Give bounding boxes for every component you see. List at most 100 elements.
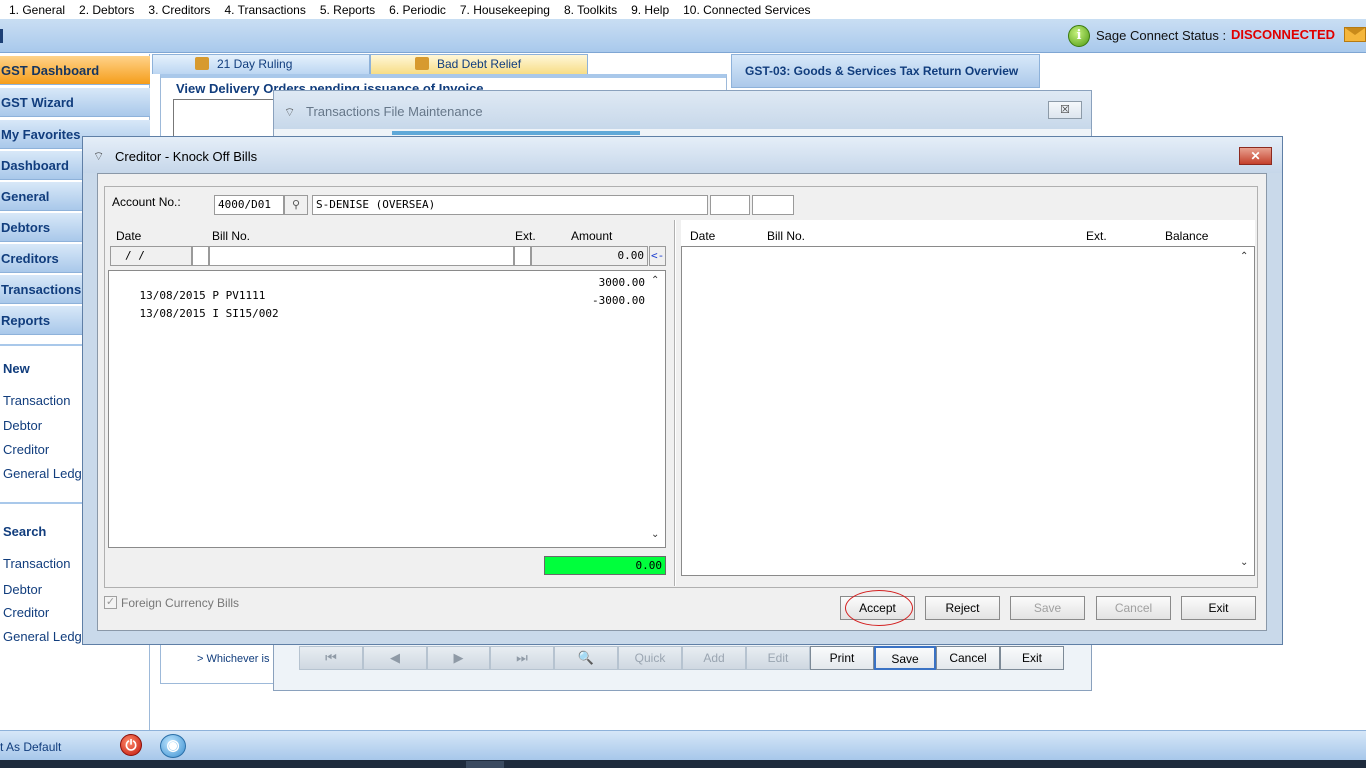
sidebar-new-general-ledger[interactable]: General Ledg bbox=[3, 466, 82, 481]
knock-off-title-bar: ⌔ Creditor - Knock Off Bills ✕ bbox=[83, 137, 1282, 173]
tfm-cancel-button[interactable]: Cancel bbox=[936, 646, 1000, 670]
tfm-close-button[interactable]: ☒ bbox=[1048, 101, 1082, 119]
bill-no: SI15/002 bbox=[225, 307, 279, 320]
scroll-up-icon[interactable]: ⌃ bbox=[651, 275, 659, 286]
main-menu-bar: 1. General 2. Debtors 3. Creditors 4. Tr… bbox=[0, 0, 1366, 19]
sidebar-search-creditor[interactable]: Creditor bbox=[3, 605, 49, 620]
bills-list-right[interactable]: ⌃ ⌄ bbox=[681, 246, 1255, 576]
sidebar-search-general-ledger[interactable]: General Ledg bbox=[3, 629, 82, 644]
list-item[interactable]: 13/08/2015 P PV1111 3000.00 bbox=[113, 276, 646, 302]
search-icon[interactable]: 🔍 bbox=[554, 646, 618, 670]
menu-help[interactable]: 9. Help bbox=[631, 3, 669, 17]
menu-transactions[interactable]: 4. Transactions bbox=[224, 3, 305, 17]
reject-button[interactable]: Reject bbox=[925, 596, 1000, 620]
account-lookup-icon[interactable]: ⚲ bbox=[284, 195, 308, 215]
info-icon[interactable]: i bbox=[1068, 25, 1090, 47]
ruling-icon bbox=[195, 57, 209, 70]
foreign-currency-checkbox[interactable]: ✓ bbox=[104, 596, 117, 609]
left-ext-header: Ext. bbox=[515, 229, 536, 243]
right-ext-header: Ext. bbox=[1086, 229, 1107, 243]
save-button[interactable]: Save bbox=[1010, 596, 1085, 620]
bills-list-left[interactable]: 13/08/2015 P PV1111 3000.00 13/08/2015 I … bbox=[108, 270, 666, 548]
right-bill-header: Bill No. bbox=[767, 229, 806, 243]
taskbar-strip bbox=[0, 760, 1366, 768]
set-as-default-link[interactable]: t As Default bbox=[0, 740, 61, 754]
next-record-button[interactable]: ▶ bbox=[427, 646, 490, 670]
mail-icon[interactable] bbox=[1344, 27, 1366, 42]
exit-button[interactable]: Exit bbox=[1181, 596, 1256, 620]
menu-creditors[interactable]: 3. Creditors bbox=[148, 3, 210, 17]
menu-housekeeping[interactable]: 7. Housekeeping bbox=[460, 3, 550, 17]
tfm-save-button[interactable]: Save bbox=[874, 646, 936, 670]
sidebar-divider bbox=[0, 344, 82, 346]
bill-ext-input[interactable] bbox=[514, 246, 531, 266]
menu-debtors[interactable]: 2. Debtors bbox=[79, 3, 134, 17]
account-extra-field-2 bbox=[752, 195, 794, 215]
menu-toolkits[interactable]: 8. Toolkits bbox=[564, 3, 617, 17]
prev-record-button[interactable]: ◀ bbox=[363, 646, 427, 670]
scroll-down-icon[interactable]: ⌄ bbox=[651, 529, 659, 540]
sidebar-search-debtor[interactable]: Debtor bbox=[3, 582, 42, 597]
menu-general[interactable]: 1. General bbox=[9, 3, 65, 17]
gst03-panel-header[interactable]: GST-03: Goods & Services Tax Return Over… bbox=[731, 54, 1040, 88]
accept-highlight-circle bbox=[845, 590, 913, 626]
account-name-field: S-DENISE (OVERSEA) bbox=[312, 195, 708, 215]
menu-connected-services[interactable]: 10. Connected Services bbox=[683, 3, 810, 17]
menu-reports[interactable]: 5. Reports bbox=[320, 3, 375, 17]
account-extra-field-1 bbox=[710, 195, 750, 215]
scroll-up-icon[interactable]: ⌃ bbox=[1240, 251, 1248, 262]
tab-bad-debt-relief[interactable]: Bad Debt Relief bbox=[370, 54, 588, 74]
sidebar-item-gst-dashboard[interactable]: GST Dashboard bbox=[0, 56, 150, 85]
last-record-button[interactable]: ⏭ bbox=[490, 646, 554, 670]
tfm-title: Transactions File Maintenance bbox=[306, 104, 483, 119]
bill-amount-input[interactable]: 0.00 bbox=[531, 246, 648, 266]
status-bar: i Sage Connect Status : DISCONNECTED bbox=[0, 19, 1366, 53]
sidebar-search-transaction[interactable]: Transaction bbox=[3, 556, 70, 571]
sidebar-divider bbox=[0, 502, 82, 504]
account-no-label: Account No.: bbox=[112, 195, 181, 209]
bill-type-input[interactable] bbox=[192, 246, 209, 266]
add-button[interactable]: Add bbox=[682, 646, 746, 670]
sidebar-new-heading: New bbox=[3, 361, 30, 376]
taskbar-indicator bbox=[466, 761, 504, 768]
panel-divider-highlight bbox=[675, 220, 676, 586]
sidebar-new-debtor[interactable]: Debtor bbox=[3, 418, 42, 433]
sidebar-item-gst-wizard[interactable]: GST Wizard bbox=[0, 88, 150, 117]
status-bar-marker bbox=[0, 29, 3, 43]
sidebar-search-heading: Search bbox=[3, 524, 47, 539]
rss-icon[interactable]: ◉ bbox=[160, 734, 186, 758]
move-left-button[interactable]: <- bbox=[649, 246, 666, 266]
window-icon: ⌔ bbox=[93, 149, 105, 163]
right-balance-header: Balance bbox=[1165, 229, 1209, 243]
tfm-toolbar: ⏮ ◀ ▶ ⏭ 🔍 Quick Add Edit Print Save Canc… bbox=[299, 646, 1064, 670]
delivery-orders-list bbox=[173, 99, 277, 139]
quick-button[interactable]: Quick bbox=[618, 646, 682, 670]
left-bill-header: Bill No. bbox=[212, 229, 251, 243]
tfm-title-bar: ⌔ Transactions File Maintenance ☒ bbox=[274, 91, 1091, 129]
bill-amount: -3000.00 bbox=[592, 294, 645, 307]
window-icon: ⌔ bbox=[284, 105, 296, 119]
account-no-field[interactable]: 4000/D01 bbox=[214, 195, 284, 215]
list-item[interactable]: 13/08/2015 I SI15/002 -3000.00 bbox=[113, 294, 646, 320]
sage-connect-label: Sage Connect Status : bbox=[1096, 28, 1227, 43]
right-date-header: Date bbox=[690, 229, 716, 243]
close-icon[interactable]: ✕ bbox=[1239, 147, 1272, 165]
scroll-down-icon[interactable]: ⌄ bbox=[1240, 557, 1248, 568]
sidebar-new-transaction[interactable]: Transaction bbox=[3, 393, 70, 408]
bill-date: 13/08/2015 bbox=[139, 307, 206, 320]
first-record-button[interactable]: ⏮ bbox=[299, 646, 363, 670]
sage-connect-status: DISCONNECTED bbox=[1231, 27, 1336, 42]
sidebar-new-creditor[interactable]: Creditor bbox=[3, 442, 49, 457]
knock-off-total: 0.00 bbox=[544, 556, 666, 575]
print-button[interactable]: Print bbox=[810, 646, 874, 670]
power-icon[interactable]: ⏻ bbox=[120, 734, 142, 756]
bill-no-input[interactable] bbox=[209, 246, 514, 266]
bill-date-input[interactable]: / / bbox=[110, 246, 192, 266]
tab-21-day-ruling[interactable]: 21 Day Ruling bbox=[152, 54, 370, 74]
edit-button[interactable]: Edit bbox=[746, 646, 810, 670]
left-amount-header: Amount bbox=[571, 229, 613, 243]
cancel-button[interactable]: Cancel bbox=[1096, 596, 1171, 620]
tfm-tab-strip bbox=[392, 131, 640, 135]
tfm-exit-button[interactable]: Exit bbox=[1000, 646, 1064, 670]
menu-periodic[interactable]: 6. Periodic bbox=[389, 3, 446, 17]
